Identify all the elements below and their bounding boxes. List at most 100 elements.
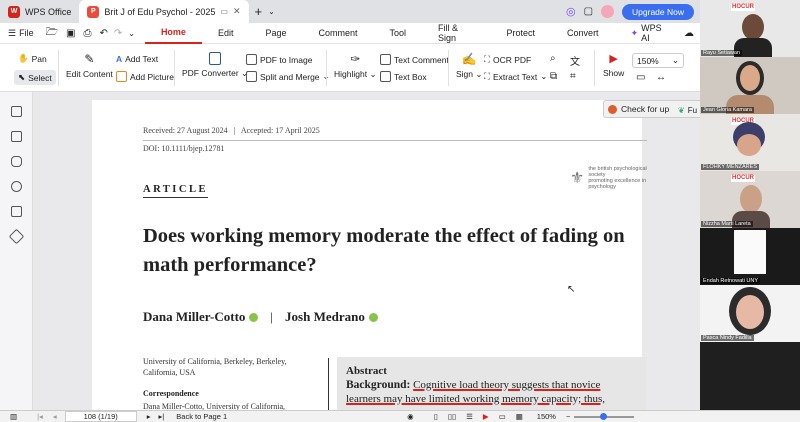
menu-home[interactable]: Home: [144, 23, 202, 44]
compare-icon[interactable]: ⧉: [550, 71, 557, 82]
text-box-button[interactable]: Text Box: [380, 71, 427, 82]
last-page-icon[interactable]: ▸|: [159, 412, 165, 421]
correspondence-label: Correspondence: [143, 389, 199, 398]
zoom-slider-handle[interactable]: [600, 412, 608, 420]
play-icon[interactable]: ▶: [483, 412, 489, 421]
add-picture-button[interactable]: Add Picture: [116, 71, 174, 82]
participant-face: [736, 295, 764, 329]
ocr-pdf-button[interactable]: ⛶ OCR PDF: [484, 54, 531, 65]
undo-icon[interactable]: ↶: [99, 28, 107, 39]
fit-page-icon[interactable]: ▭: [636, 72, 645, 83]
translate-icon[interactable]: 文: [570, 53, 580, 68]
redo-icon[interactable]: ↷: [114, 28, 122, 39]
bookmark-icon[interactable]: [11, 106, 22, 117]
tab-document[interactable]: P Brit J of Edu Psychol - 2025 ▭ ✕: [79, 0, 249, 23]
orcid-icon[interactable]: [249, 312, 259, 322]
menu-tool[interactable]: Tool: [374, 23, 423, 44]
chevron-down-icon[interactable]: ⌄: [128, 29, 135, 38]
pdf-converter-button[interactable]: PDF Converter ⌄: [182, 52, 248, 79]
text-comment-button[interactable]: Text Comment: [380, 54, 449, 65]
orcid-icon[interactable]: [368, 312, 378, 322]
participant-tile[interactable]: HOCUR FLOHKY MENZARES: [700, 114, 800, 171]
page-input[interactable]: 108 (1/19): [64, 411, 137, 422]
single-page-icon[interactable]: ▯: [434, 412, 438, 421]
tab-wps-office[interactable]: W WPS Office: [0, 0, 79, 23]
first-page-icon[interactable]: |◂: [37, 412, 43, 421]
print-icon[interactable]: ⎙: [83, 28, 91, 39]
menu-convert[interactable]: Convert: [551, 23, 615, 44]
authors: Dana Miller-Cotto | Josh Medrano: [143, 309, 378, 325]
attachment-icon[interactable]: [11, 181, 22, 192]
avatar[interactable]: [601, 5, 615, 18]
scroll-icon[interactable]: ☰: [466, 412, 473, 421]
comment-icon[interactable]: [11, 156, 22, 167]
extract-text-button[interactable]: ⛶ Extract Text ⌄: [484, 71, 547, 82]
menu-edit[interactable]: Edit: [202, 23, 250, 44]
divider: [143, 140, 647, 141]
pan-tool[interactable]: ✋ Pan: [18, 53, 47, 64]
menu-wps-ai[interactable]: ✦ WPS AI: [615, 23, 684, 44]
add-text-button[interactable]: A Add Text: [116, 54, 158, 64]
file-menu[interactable]: ☰ File: [0, 23, 42, 44]
split-merge-button[interactable]: Split and Merge⌄: [246, 71, 330, 82]
search-icon[interactable]: ⌕: [550, 53, 556, 64]
double-page-icon[interactable]: ▯▯: [448, 412, 456, 421]
crossmark-icon: [608, 104, 617, 114]
signature-icon[interactable]: [11, 206, 22, 217]
menu-fill-sign[interactable]: Fill & Sign: [422, 23, 491, 44]
pan-label: Pan: [31, 53, 47, 64]
wps-logo-icon: W: [8, 5, 20, 18]
upgrade-button[interactable]: Upgrade Now: [622, 3, 694, 20]
thumbnail-icon[interactable]: [11, 131, 22, 142]
sidebar-toggle-icon[interactable]: ▥: [10, 412, 17, 421]
window-icon[interactable]: ▭: [220, 7, 228, 16]
new-tab-icon[interactable]: +: [255, 4, 263, 19]
ocr-icon: ⛶: [484, 54, 490, 64]
divider: [174, 50, 175, 86]
participant-video: [742, 14, 764, 40]
save-icon[interactable]: ▣: [66, 28, 75, 39]
zoom-out-icon[interactable]: −: [566, 412, 570, 421]
menu-wps-ai-label: WPS AI: [641, 23, 662, 43]
select-tool[interactable]: ⬉ Select: [14, 70, 56, 85]
divider: [326, 50, 327, 86]
eye-icon[interactable]: ◉: [407, 412, 414, 421]
document-viewer[interactable]: Received: 27 August 2024 | Accepted: 17 …: [33, 92, 700, 410]
cloud-icon[interactable]: ☁: [684, 28, 694, 39]
participant-tile[interactable]: Jean Gloria Kamara: [700, 57, 800, 114]
close-icon[interactable]: ✕: [233, 6, 241, 17]
zoom-value[interactable]: 150%: [537, 412, 556, 421]
grid-icon[interactable]: ▦: [516, 412, 523, 421]
highlight-button[interactable]: ✑ Highlight ⌄: [334, 52, 377, 80]
window-icon[interactable]: ▢: [584, 6, 593, 17]
ai-text-icon[interactable]: ⌗: [570, 71, 576, 82]
fit-icon[interactable]: ▭: [499, 412, 506, 421]
show-button[interactable]: ▶ Show: [603, 52, 624, 78]
participant-tile[interactable]: Pasca Nindy Fadilla: [700, 285, 800, 342]
menu-page[interactable]: Page: [249, 23, 302, 44]
article-label: ARTICLE: [143, 184, 208, 198]
ai-icon[interactable]: ◎: [566, 5, 576, 18]
received-date: Received: 27 August 2024: [143, 126, 228, 135]
participant-tile[interactable]: HOCUR Nizzha Marti Lareta: [700, 171, 800, 228]
text-icon: A: [116, 54, 123, 64]
participant-tile[interactable]: HOCUR Rayu Setiawan: [700, 0, 800, 57]
fit-width-icon[interactable]: ↔: [656, 72, 666, 83]
next-page-icon[interactable]: ▸: [147, 412, 151, 421]
zoom-slider[interactable]: [574, 412, 635, 420]
chevron-down-icon[interactable]: ⌄: [268, 7, 275, 16]
menu-comment[interactable]: Comment: [303, 23, 374, 44]
zoom-select[interactable]: 150% ⌄: [632, 53, 684, 68]
back-to-page-link[interactable]: Back to Page 1: [176, 412, 227, 421]
hocur-logo: HOCUR: [731, 4, 755, 11]
participant-tile[interactable]: Endah Retnowati UNY: [700, 228, 800, 285]
sign-button[interactable]: ✍ Sign ⌄: [456, 52, 483, 80]
folder-icon[interactable]: 🗁: [46, 25, 58, 42]
edit-content-button[interactable]: ✎ Edit Content: [66, 52, 113, 79]
pdf-to-image-button[interactable]: PDF to Image: [246, 54, 312, 65]
society-emblem-icon: ⚜: [570, 170, 585, 187]
layers-icon[interactable]: [8, 228, 25, 245]
prev-page-icon[interactable]: ◂: [53, 412, 57, 421]
menu-protect[interactable]: Protect: [491, 23, 552, 44]
floating-tool[interactable]: ❦ Fu: [678, 106, 697, 115]
